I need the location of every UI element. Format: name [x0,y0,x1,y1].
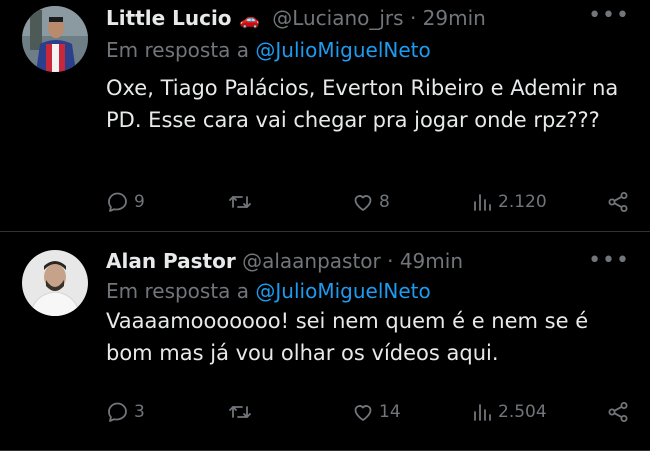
mention-link[interactable]: @JulioMiguelNeto [255,279,430,303]
more-icon[interactable]: ••• [588,3,630,28]
like-count: 8 [379,192,390,212]
tweet-text: Oxe, Tiago Palácios, Everton Ribeiro e A… [106,76,619,132]
share-button[interactable] [606,400,630,424]
tweet-header: Alan Pastor @alaanpastor · 49min [106,247,463,275]
reply-button[interactable]: 9 [106,190,145,214]
car-emoji: 🚗 [239,10,260,29]
views-button[interactable]: 2.504 [470,400,547,424]
avatar[interactable] [22,250,88,316]
views-icon [474,404,491,421]
handle[interactable]: @alaanpastor [242,249,381,273]
view-count: 2.504 [498,402,547,422]
reply-count: 9 [134,192,145,212]
reply-context: Em resposta a @JulioMiguelNeto [106,277,431,305]
like-button[interactable]: 14 [351,400,401,424]
like-count: 14 [379,402,401,422]
reply-button[interactable]: 3 [106,400,145,424]
share-icon [608,192,628,212]
handle[interactable]: @Luciano_jrs [272,6,403,30]
share-icon [608,402,628,422]
avatar-image [22,250,88,316]
separator: · [409,6,417,30]
view-count: 2.120 [498,192,547,212]
timestamp[interactable]: 49min [400,249,463,273]
reply-context: Em resposta a @JulioMiguelNeto [106,36,431,64]
display-name[interactable]: Alan Pastor [106,249,236,273]
avatar[interactable] [22,6,88,72]
action-bar: 9 8 2.120 [106,190,630,218]
like-button[interactable]: 8 [351,190,390,214]
reply-prefix: Em resposta a [106,38,256,62]
tweet-header: Little Lucio 🚗 @Luciano_jrs · 29min [106,4,486,34]
reply-count: 3 [134,402,145,422]
retweet-button[interactable] [228,190,256,214]
separator: · [387,249,394,273]
reply-icon [108,402,127,422]
mention-link[interactable]: @JulioMiguelNeto [255,38,430,62]
avatar-image [22,6,88,72]
retweet-icon [229,196,251,208]
views-icon [474,194,491,211]
share-button[interactable] [606,190,630,214]
heart-icon [354,405,372,421]
tweet[interactable]: ••• Little Lucio 🚗 @Luciano_jrs · 29min … [0,0,650,232]
tweet[interactable]: ••• Alan Pastor @alaanpastor · 49min Em … [0,232,650,451]
reply-prefix: Em resposta a [106,279,256,303]
retweet-button[interactable] [228,400,256,424]
views-button[interactable]: 2.120 [470,190,547,214]
action-bar: 3 14 2.504 [106,400,630,428]
timestamp[interactable]: 29min [423,6,486,30]
tweet-text: Vaaaamooooooo! sei nem quem é e nem se é… [106,309,589,365]
display-name[interactable]: Little Lucio [106,6,232,30]
retweet-icon [229,406,251,418]
reply-icon [108,192,127,212]
heart-icon [354,195,372,211]
more-icon[interactable]: ••• [588,248,630,273]
